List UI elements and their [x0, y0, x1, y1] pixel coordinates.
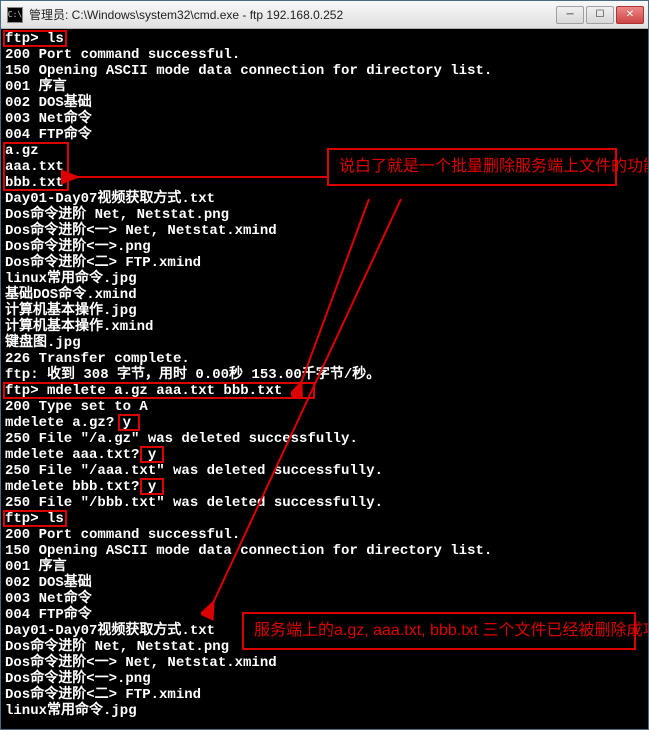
- terminal-line: 250 File "/bbb.txt" was deleted successf…: [5, 495, 648, 511]
- terminal-line: ftp: 收到 308 字节，用时 0.00秒 153.00千字节/秒。: [5, 367, 648, 383]
- terminal-line: 键盘图.jpg: [5, 335, 648, 351]
- terminal-line: mdelete bbb.txt? y: [5, 479, 648, 495]
- terminal-line: 002 DOS基础: [5, 95, 648, 111]
- terminal-line: 基础DOS命令.xmind: [5, 287, 648, 303]
- terminal-line: Dos命令进阶<一>.png: [5, 671, 648, 687]
- terminal-line: mdelete a.gz? y: [5, 415, 648, 431]
- terminal-line: 003 Net命令: [5, 591, 648, 607]
- terminal-line: 001 序言: [5, 79, 648, 95]
- minimize-button[interactable]: ─: [556, 6, 584, 24]
- terminal-line: 200 Port command successful.: [5, 47, 648, 63]
- terminal-line: 计算机基本操作.jpg: [5, 303, 648, 319]
- annotation-batch-delete: 说白了就是一个批量删除服务端上文件的功能命令.: [327, 148, 617, 186]
- terminal-line: linux常用命令.jpg: [5, 271, 648, 287]
- terminal-line: 250 File "/aaa.txt" was deleted successf…: [5, 463, 648, 479]
- terminal-line: 150 Opening ASCII mode data connection f…: [5, 543, 648, 559]
- terminal-line: 150 Opening ASCII mode data connection f…: [5, 63, 648, 79]
- terminal-line: Day01-Day07视频获取方式.txt: [5, 191, 648, 207]
- terminal-line: Dos命令进阶<二> FTP.xmind: [5, 255, 648, 271]
- terminal-line: mdelete aaa.txt? y: [5, 447, 648, 463]
- maximize-button[interactable]: ☐: [586, 6, 614, 24]
- terminal-line: Dos命令进阶<一> Net, Netstat.xmind: [5, 655, 648, 671]
- annotation-deleted-result: 服务端上的a.gz, aaa.txt, bbb.txt 三个文件已经被删除成功了: [242, 612, 636, 650]
- titlebar-buttons: ─ ☐ ✕: [554, 6, 644, 24]
- terminal-content[interactable]: ftp> ls200 Port command successful.150 O…: [1, 29, 648, 729]
- terminal-line: 200 Type set to A: [5, 399, 648, 415]
- terminal-line: linux常用命令.jpg: [5, 703, 648, 719]
- close-button[interactable]: ✕: [616, 6, 644, 24]
- cmd-icon: C:\: [7, 7, 23, 23]
- terminal-line: Dos命令进阶 Net, Netstat.png: [5, 207, 648, 223]
- terminal-line: Dos命令进阶<一> Net, Netstat.xmind: [5, 223, 648, 239]
- terminal-line: Dos命令进阶<一>.png: [5, 239, 648, 255]
- terminal-line: Dos命令进阶<二> FTP.xmind: [5, 687, 648, 703]
- window-title: 管理员: C:\Windows\system32\cmd.exe - ftp 1…: [29, 6, 554, 23]
- terminal-line: ftp> mdelete a.gz aaa.txt bbb.txt: [5, 383, 648, 399]
- terminal-line: 226 Transfer complete.: [5, 351, 648, 367]
- terminal-line: 计算机基本操作.xmind: [5, 319, 648, 335]
- terminal-line: 200 Port command successful.: [5, 527, 648, 543]
- titlebar[interactable]: C:\ 管理员: C:\Windows\system32\cmd.exe - f…: [1, 1, 648, 29]
- terminal-line: ftp> ls: [5, 31, 648, 47]
- terminal-line: 003 Net命令: [5, 111, 648, 127]
- terminal-line: ftp> ls: [5, 511, 648, 527]
- cmd-window: C:\ 管理员: C:\Windows\system32\cmd.exe - f…: [0, 0, 649, 730]
- terminal-line: 004 FTP命令: [5, 127, 648, 143]
- terminal-line: 001 序言: [5, 559, 648, 575]
- terminal-line: 002 DOS基础: [5, 575, 648, 591]
- terminal-line: 250 File "/a.gz" was deleted successfull…: [5, 431, 648, 447]
